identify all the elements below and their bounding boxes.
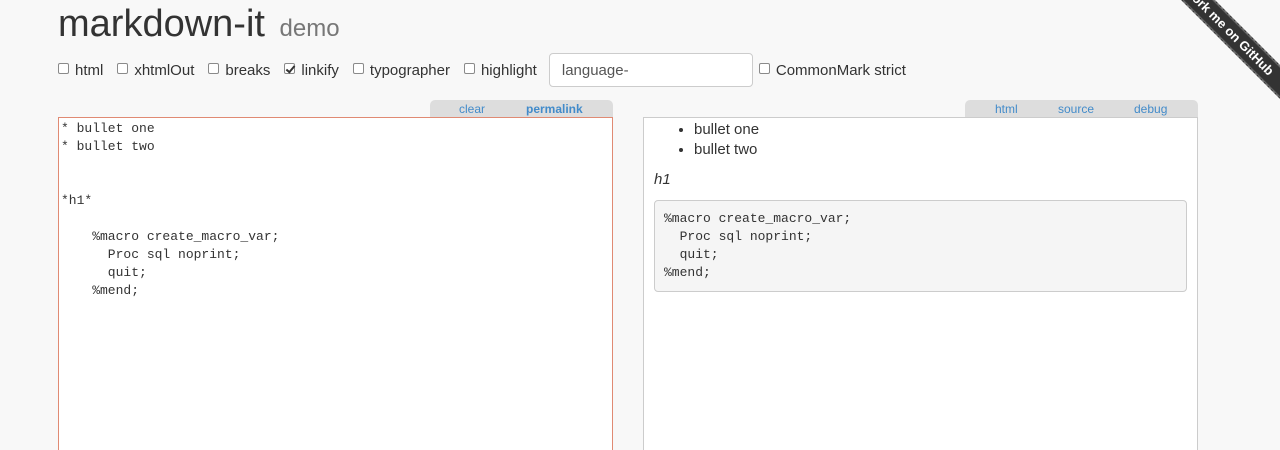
tab-html[interactable]: html [995,102,1018,116]
option-highlight[interactable]: highlight [463,61,537,79]
source-tabbar: clear permalink [430,100,613,117]
result-emphasis: h1 [654,171,671,188]
option-xhtmlout[interactable]: xhtmlOut [117,62,194,79]
page-title: markdown-it demo [58,2,340,51]
html-checkbox[interactable] [58,62,69,74]
html-label: html [75,61,104,79]
commonmark-label: CommonMark strict [775,61,906,79]
rendered-result: bullet one bullet two h1 %macro create_m… [643,117,1198,450]
linkify-checkbox[interactable] [284,62,296,74]
option-html[interactable]: html [58,62,103,79]
markdown-source-editor[interactable]: * bullet one * bullet two *h1* %macro cr… [58,117,613,450]
page: markdown-it demo html xhtmlOut breaks li… [0,0,1280,450]
highlight-checkbox[interactable] [463,62,475,74]
fork-github-ribbon[interactable]: Fork me on GitHub [1150,0,1280,112]
list-item: bullet one [694,120,1187,140]
linkify-label: linkify [301,61,339,79]
option-linkify[interactable]: linkify [284,62,339,79]
clear-link[interactable]: clear [459,102,485,116]
breaks-checkbox[interactable] [208,62,220,74]
tab-source[interactable]: source [1058,102,1094,116]
xhtmlout-label: xhtmlOut [134,61,195,79]
result-list: bullet one bullet two [654,120,1187,160]
commonmark-checkbox[interactable] [758,62,770,74]
app-title: markdown-it [58,3,265,45]
app-subtitle: demo [279,15,340,42]
highlight-label: highlight [480,61,537,79]
typographer-checkbox[interactable] [352,62,364,74]
option-typographer[interactable]: typographer [352,61,450,79]
list-item: bullet two [694,140,1187,160]
permalink-link[interactable]: permalink [526,102,583,116]
typographer-label: typographer [369,61,450,79]
result-code-block: %macro create_macro_var; Proc sql noprin… [654,200,1187,292]
lang-prefix-input[interactable] [548,53,753,87]
result-paragraph: h1 [654,170,1187,190]
tab-debug[interactable]: debug [1134,102,1167,116]
option-commonmark[interactable]: CommonMark strict [758,61,906,79]
option-breaks[interactable]: breaks [208,62,270,79]
options-bar: html xhtmlOut breaks linkify typographer… [58,53,920,87]
breaks-label: breaks [225,61,271,79]
result-tabbar: html source debug [965,100,1198,117]
xhtmlout-checkbox[interactable] [117,62,129,74]
